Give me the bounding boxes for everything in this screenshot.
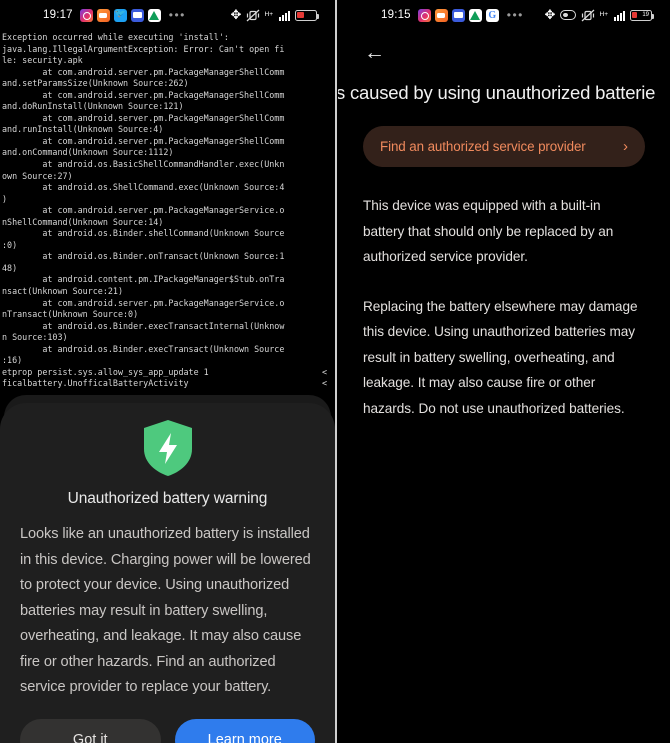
do-not-disturb-icon [559,10,576,20]
terminal-line: etprop persist.sys.allow_sys_app_update … [2,367,335,379]
left-status-bar-end: ✥ H+ [230,7,319,22]
signal-bars-icon [614,9,625,21]
terminal-line: le: security.apk [2,55,83,66]
left-status-bar: 19:17 ••• ✥ H+ [0,0,335,30]
find-service-provider-label: Find an authorized service provider [380,139,586,154]
terminal-line: Exception occurred while executing 'inst… [2,32,229,42]
info-paragraph-2: Replacing the battery elsewhere may dama… [363,298,638,416]
right-status-bar-end: ✥ H+ 19 [544,7,654,22]
network-type-label: H+ [264,11,274,18]
terminal-line: and.runInstall(Unknown Source:4) [2,124,164,135]
left-phone-screen: 19:17 ••• ✥ H+ [0,0,335,743]
navigation-bar: ← [338,30,670,74]
terminal-line: at com.android.server.pm.PackageManagerS… [2,112,285,123]
instagram-icon [79,8,93,22]
signal-bars-icon [279,9,290,21]
terminal-line: :0) [2,239,18,250]
terminal-line: ficalbattery.UnofficalBatteryActivity [2,378,335,390]
shield-bolt-icon [142,419,194,477]
right-phone-screen: 19:15 G ••• ✥ H+ 19 ← isks caused by usi… [338,0,670,743]
terminal-line: and.onCommand(Unknown Source:1112) [2,147,174,158]
terminal-line: at android.content.pm.IPackageManager$St… [2,274,285,285]
terminal-line: nTransact(Unknown Source:0) [2,309,139,320]
terminal-line: at android.os.BasicShellCommandHandler.e… [2,159,285,170]
learn-more-button[interactable]: Learn more [174,718,315,743]
info-paragraph-1: This device was equipped with a built-in… [363,198,614,264]
battery-icon: 19 [630,9,654,21]
terminal-line: 48) [2,262,18,273]
terminal-line: n Source:103) [2,332,68,343]
notification-overflow-icon: ••• [506,8,524,22]
notification-overflow-icon: ••• [168,8,186,22]
drive-icon [468,8,482,22]
terminal-line: at com.android.server.pm.PackageManagerS… [2,297,285,308]
terminal-line: at android.os.Binder.shellCommand(Unknow… [2,228,285,239]
terminal-line: at com.android.server.pm.PackageManagerS… [2,89,285,100]
mail-icon [451,8,465,22]
right-status-bar: 19:15 G ••• ✥ H+ 19 [338,0,670,30]
terminal-line: at android.os.Binder.execTransactInterna… [2,320,285,331]
page-title: isks caused by using unauthorized batter… [338,82,656,103]
terminal-line: at com.android.server.pm.PackageManagerS… [2,66,285,77]
network-type-label: H+ [599,11,609,18]
terminal-line: at android.os.Binder.onTransact(Unknown … [2,251,285,262]
terminal-line: and.setParamsSize(Unknown Source:262) [2,78,189,89]
status-time: 19:15 [381,9,411,21]
battery-icon [295,9,319,21]
terminal-line: :16) [2,355,23,366]
dialog-actions: Got it Learn more [20,718,315,743]
bluetooth-icon: ✥ [230,7,242,22]
chevron-right-icon: › [623,138,628,155]
terminal-line: and.doRunInstall(Unknown Source:121) [2,101,184,112]
orange-app-icon [434,8,448,22]
terminal-line: at com.android.server.pm.PackageManagerS… [2,205,285,216]
mail-icon [130,8,144,22]
terminal-line: java.lang.IllegalArgumentException: Erro… [2,43,285,54]
instagram-icon [417,8,431,22]
unauthorized-battery-dialog: Unauthorized battery warning Looks like … [0,403,335,743]
status-time: 19:17 [43,9,73,21]
terminal-lines: Exception occurred while executing 'inst… [2,32,335,367]
terminal-line: nShellCommand(Unknown Source:14) [2,216,164,227]
terminal-marked-lines: etprop persist.sys.allow_sys_app_update … [2,367,335,390]
dual-screenshot-container: 19:17 ••• ✥ H+ [0,0,670,743]
terminal-line: own Source:27) [2,170,73,181]
terminal-line: at android.os.Binder.execTransact(Unknow… [2,343,285,354]
dialog-body-text: Looks like an unauthorized battery is in… [20,526,311,695]
right-status-bar-start: 19:15 G ••• [381,8,524,22]
terminal-line: at com.android.server.pm.PackageManagerS… [2,135,285,146]
vibrate-off-icon [246,9,260,22]
bluetooth-icon: ✥ [544,7,556,22]
terminal-line: nsact(Unknown Source:21) [2,286,124,297]
back-arrow-icon[interactable]: ← [364,42,385,63]
drive-icon [147,8,161,22]
got-it-button[interactable]: Got it [20,718,161,743]
terminal-line: ) [2,193,8,204]
vibrate-off-icon [581,9,595,22]
terminal-line: at android.os.ShellCommand.exec(Unknown … [2,182,285,193]
left-status-bar-start: 19:17 ••• [43,8,186,23]
google-icon: G [485,8,499,22]
twitter-icon [113,8,127,22]
find-service-provider-banner[interactable]: Find an authorized service provider › [363,126,645,167]
orange-app-icon [96,8,110,22]
dialog-title: Unauthorized battery warning [67,490,268,507]
